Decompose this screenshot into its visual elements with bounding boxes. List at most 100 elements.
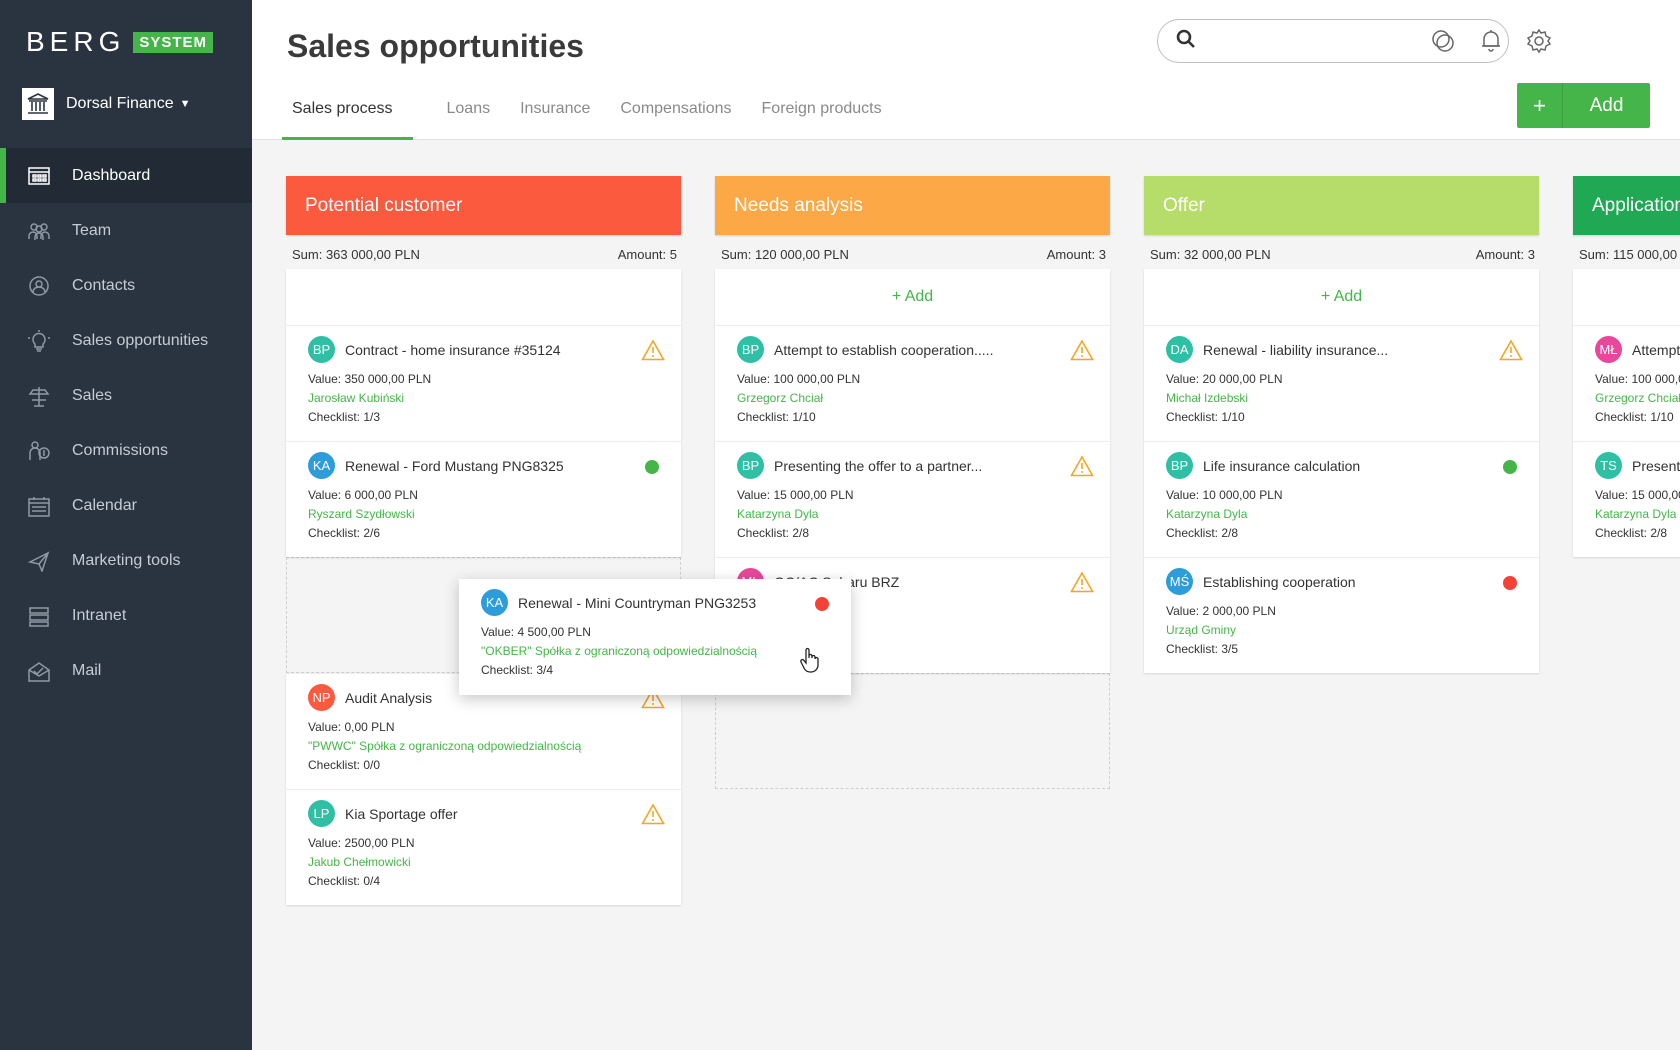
organization-name: Dorsal Finance [66, 95, 174, 112]
organization-switcher[interactable]: Dorsal Finance ▼ [22, 88, 191, 120]
status-dot-green [645, 460, 659, 474]
opportunity-card[interactable]: BP Contract - home insurance #35124 Value:… [286, 325, 681, 441]
column-sum: Sum: 32 000,00 PLN [1150, 247, 1271, 262]
avatar: MŚ [1166, 568, 1193, 595]
card-client[interactable]: Katarzyna Dyla [1166, 507, 1517, 521]
opportunity-card[interactable]: BP Attempt to establish cooperation..... V… [715, 325, 1110, 441]
column-amount: Amount: 5 [617, 247, 677, 262]
gear-icon[interactable] [1526, 28, 1552, 54]
sidebar-item-label: Dashboard [72, 166, 151, 184]
card-client[interactable]: Katarzyna Dyla [737, 507, 1088, 521]
card-title: Life insurance calculation [1203, 457, 1361, 474]
column-potential-customer: Potential customer Sum: 363 000,00 PLN Amo… [286, 176, 681, 905]
status-dot-green [1503, 460, 1517, 474]
tab-sales-process[interactable]: Sales process [282, 84, 413, 140]
sidebar-item-label: Sales opportunities [72, 331, 209, 349]
opportunity-card[interactable]: BP Life insurance calculation Value: 10 00… [1144, 441, 1539, 557]
search-input[interactable] [1206, 32, 1508, 50]
opportunity-card[interactable]: MŚ Establishing cooperation Value: 2 000,0… [1144, 557, 1539, 673]
sidebar-item-dashboard[interactable]: Dashboard [0, 148, 252, 203]
logo-word: BERG [26, 26, 126, 57]
card-title: Audit Analysis [345, 689, 433, 706]
add-opportunity-button[interactable] [286, 269, 681, 325]
card-value: Value: 2500,00 PLN [308, 836, 415, 850]
avatar: DA [1166, 336, 1193, 363]
tab-insurance[interactable]: Insurance [512, 84, 598, 140]
column-amount: Amount: 3 [1475, 247, 1535, 262]
hand-cursor-icon [799, 647, 819, 678]
card-client[interactable]: "OKBER" Spółka z ograniczoną odpowiedzia… [481, 644, 829, 658]
card-value: Value: 4 500,00 PLN [481, 625, 591, 639]
card-title: Attempt to establish cooperation..... [774, 341, 994, 358]
mail-icon [26, 660, 52, 682]
search-box[interactable] [1157, 19, 1509, 63]
kanban-board: Potential customer Sum: 363 000,00 PLN Amo… [252, 141, 1680, 1050]
tab-loans[interactable]: Loans [439, 84, 499, 140]
warning-icon [1070, 455, 1094, 482]
card-client[interactable]: Michał Izdebski [1166, 391, 1517, 405]
card-title-row: BP Contract - home insurance #35124 [308, 336, 659, 363]
add-opportunity-button[interactable]: + Add [715, 269, 1110, 325]
team-icon [26, 220, 52, 242]
card-checklist: Checklist: 2/8 [737, 526, 810, 540]
tab-compensations[interactable]: Compensations [612, 84, 739, 140]
sidebar-item-commissions[interactable]: Commissions [0, 423, 252, 478]
sidebar-item-team[interactable]: Team [0, 203, 252, 258]
sidebar-item-sales-opportunities[interactable]: Sales opportunities [0, 313, 252, 368]
column-header[interactable]: Needs analysis [715, 176, 1110, 235]
sidebar-item-calendar[interactable]: Calendar [0, 478, 252, 533]
opportunity-card[interactable]: LP Kia Sportage offer Value: 2500,00 PLN Ja… [286, 789, 681, 905]
card-value: Value: 100 000,00 PLN [737, 372, 861, 386]
bell-icon[interactable] [1478, 28, 1504, 54]
add-button[interactable]: + Add [1517, 83, 1650, 128]
card-value: Value: 350 000,00 PLN [308, 372, 432, 386]
card-client[interactable]: Jarosław Kubiński [308, 391, 659, 405]
card-client[interactable]: Katarzyna Dyla [1595, 507, 1680, 521]
add-opportunity-button[interactable] [1573, 269, 1680, 325]
card-client[interactable]: Grzegorz Chciał [1595, 391, 1680, 405]
sidebar-item-label: Team [72, 221, 112, 239]
header: Sales opportunities Sales process Loans In… [252, 0, 1680, 140]
sidebar-item-intranet[interactable]: Intranet [0, 588, 252, 643]
card-client[interactable]: "PWWC" Spółka z ograniczoną odpowiedzial… [308, 739, 659, 753]
card-client[interactable]: Urząd Gminy [1166, 623, 1517, 637]
card-checklist: Checklist: 0/4 [308, 874, 381, 888]
card-checklist: Checklist: 1/10 [1166, 410, 1245, 424]
warning-icon [641, 803, 665, 830]
column-amount: Amount: 3 [1046, 247, 1106, 262]
add-opportunity-button[interactable]: + Add [1144, 269, 1539, 325]
sidebar-item-mail[interactable]: Mail [0, 643, 252, 698]
sidebar-item-contacts[interactable]: Contacts [0, 258, 252, 313]
sidebar-item-marketing-tools[interactable]: Marketing tools [0, 533, 252, 588]
card-checklist: Checklist: 1/3 [308, 410, 381, 424]
column-header[interactable]: Offer [1144, 176, 1539, 235]
card-client[interactable]: Ryszard Szydłowski [308, 507, 659, 521]
sidebar-item-label: Mail [72, 661, 102, 679]
opportunity-card[interactable]: MŁ Attempt to establish cooperation Value:… [1573, 325, 1680, 441]
opportunity-card[interactable]: BP Presenting the offer to a partner... Va… [715, 441, 1110, 557]
card-title-row: MŁ Attempt to establish cooperation [1595, 336, 1680, 363]
card-value: Value: 100 000,00 PLN [1595, 372, 1680, 386]
warning-icon [1070, 571, 1094, 598]
avatar: TS [1595, 452, 1622, 479]
card-checklist: Checklist: 0/0 [308, 758, 381, 772]
tab-foreign-products[interactable]: Foreign products [754, 84, 890, 140]
opportunity-card[interactable]: KA Renewal - Ford Mustang PNG8325 Value: 6… [286, 441, 681, 557]
column-sum: Sum: 120 000,00 PLN [721, 247, 849, 262]
chat-icon[interactable] [1430, 28, 1456, 54]
opportunity-card[interactable]: TS Presenting the offer Value: 15 000,00 P… [1573, 441, 1680, 557]
column-header[interactable]: Application [1573, 176, 1680, 235]
column-sum: Sum: 115 000,00 PLN [1579, 247, 1680, 262]
card-title: Renewal - Ford Mustang PNG8325 [345, 457, 564, 474]
card-client[interactable]: Jakub Chełmowicki [308, 855, 659, 869]
card-client[interactable]: Grzegorz Chciał [737, 391, 1088, 405]
avatar: LP [308, 800, 335, 827]
opportunity-card[interactable]: DA Renewal - liability insurance... Value:… [1144, 325, 1539, 441]
card-title: Renewal - liability insurance... [1203, 341, 1389, 358]
logo[interactable]: BERG SYSTEM [26, 26, 214, 58]
logo-badge: SYSTEM [133, 31, 214, 53]
column-needs-analysis: Needs analysis Sum: 120 000,00 PLN Amount:… [715, 176, 1110, 789]
sidebar-item-sales[interactable]: Sales [0, 368, 252, 423]
dragging-opportunity-card[interactable]: KA Renewal - Mini Countryman PNG3253 Value… [459, 579, 851, 695]
column-header[interactable]: Potential customer [286, 176, 681, 235]
